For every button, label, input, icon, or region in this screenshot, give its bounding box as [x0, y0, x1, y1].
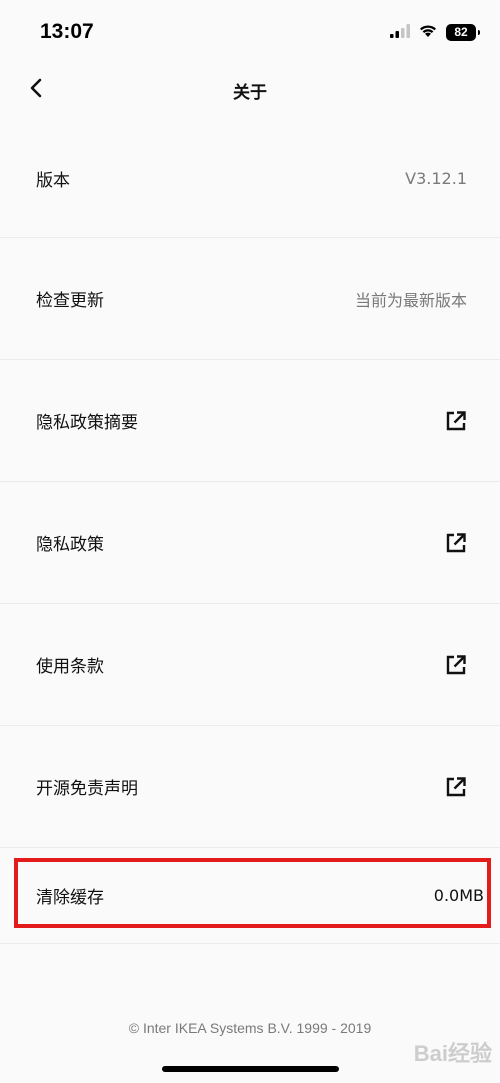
watermark: Bai经验 — [413, 1041, 492, 1066]
nav-bar: 关于 — [0, 60, 500, 120]
external-link-icon — [445, 410, 467, 432]
terms-label: 使用条款 — [36, 657, 104, 677]
clear-cache-label: 清除缓存 — [36, 888, 104, 908]
version-row: 版本 V3.12.1 — [0, 120, 500, 238]
open-source-label: 开源免责声明 — [36, 779, 138, 799]
check-update-row[interactable]: 检查更新 当前为最新版本 — [0, 238, 500, 360]
signal-icon — [390, 23, 410, 42]
external-link-icon — [445, 532, 467, 554]
check-update-label: 检查更新 — [36, 291, 104, 311]
privacy-summary-row[interactable]: 隐私政策摘要 — [0, 360, 500, 482]
privacy-policy-row[interactable]: 隐私政策 — [0, 482, 500, 604]
open-source-row[interactable]: 开源免责声明 — [0, 726, 500, 848]
external-link-icon — [445, 654, 467, 676]
page-title: 关于 — [233, 83, 267, 103]
copyright-footer: © Inter IKEA Systems B.V. 1999 - 2019 — [128, 1020, 372, 1036]
external-link-icon — [445, 776, 467, 798]
cache-size-value: 0.0MB — [433, 886, 484, 905]
version-value: V3.12.1 — [405, 169, 467, 188]
check-update-status: 当前为最新版本 — [354, 290, 467, 310]
wifi-icon — [418, 23, 438, 42]
privacy-summary-label: 隐私政策摘要 — [36, 413, 138, 433]
privacy-policy-label: 隐私政策 — [36, 535, 104, 555]
battery-icon: 82 — [446, 23, 480, 41]
status-bar: 13:07 82 — [0, 0, 500, 60]
terms-row[interactable]: 使用条款 — [0, 604, 500, 726]
clear-cache-row[interactable]: 清除缓存 0.0MB — [0, 848, 500, 944]
status-time: 13:07 — [40, 20, 94, 43]
home-indicator[interactable] — [162, 1066, 339, 1072]
settings-list: 版本 V3.12.1 检查更新 当前为最新版本 隐私政策摘要 隐私政策 使用条款 — [0, 120, 500, 944]
version-label: 版本 — [36, 171, 70, 191]
status-icons: 82 — [390, 22, 480, 42]
